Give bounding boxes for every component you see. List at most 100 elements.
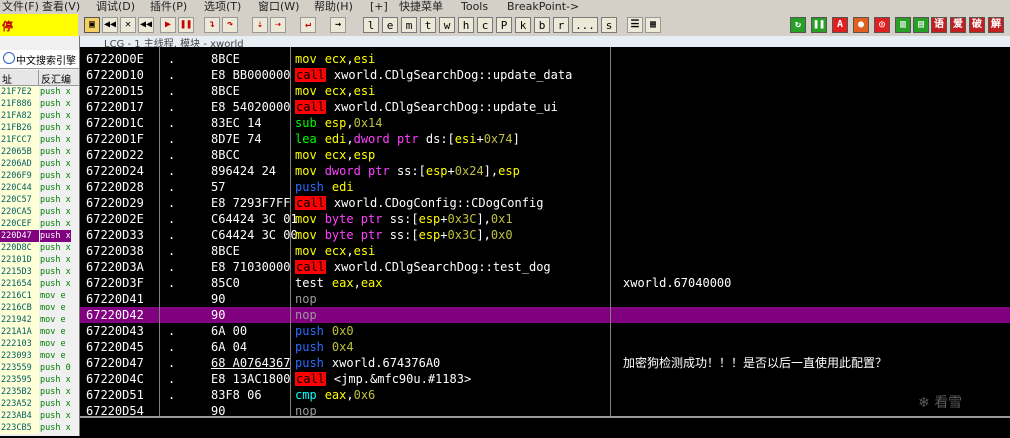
disasm-row[interactable]: 67220D33. C64424 3C 00 mov byte ptr ss:[esp… bbox=[80, 227, 1010, 243]
results-row[interactable]: 220CA5 push x bbox=[0, 206, 79, 218]
disasm-row[interactable]: 67220D43. 6A 00 push 0x0 bbox=[80, 323, 1010, 339]
a-icon[interactable]: A bbox=[832, 17, 848, 33]
grid-icon[interactable]: ▦ bbox=[645, 17, 661, 33]
results-row[interactable]: 220C57 push x bbox=[0, 194, 79, 206]
break-icon[interactable]: 破 bbox=[969, 17, 985, 33]
pause-icon[interactable]: ❚❚ bbox=[178, 17, 194, 33]
trace-into-icon[interactable]: ⇣ bbox=[252, 17, 268, 33]
lang-icon[interactable]: 语 bbox=[931, 17, 947, 33]
disasm-row[interactable]: 67220D17. E8 54020000 call xworld.CDlgSearc… bbox=[80, 99, 1010, 115]
results-row[interactable]: 2216C1 mov e bbox=[0, 290, 79, 302]
toolbar-references-button[interactable]: r bbox=[553, 17, 569, 33]
toolbar-call-stack-button[interactable]: k bbox=[515, 17, 531, 33]
disasm-row[interactable]: 67220D41 90 nop bbox=[80, 291, 1010, 307]
disasm-row[interactable]: 67220D10. E8 BB000000 call xworld.CDlgSearc… bbox=[80, 67, 1010, 83]
restart-icon[interactable]: ◀◀ bbox=[138, 17, 154, 33]
toolbar-run-trace-button[interactable]: ... bbox=[572, 17, 598, 33]
disasm-row[interactable]: 67220D28. 57 push edi bbox=[80, 179, 1010, 195]
disasm-row[interactable]: 67220D42 90 nop bbox=[80, 307, 1010, 323]
results-row[interactable]: 22065B push x bbox=[0, 146, 79, 158]
col-disasm[interactable]: 反汇编 bbox=[41, 71, 71, 86]
disasm-row[interactable]: 67220D4C. E8 13AC1800 call <jmp.&mfc90u.#11… bbox=[80, 371, 1010, 387]
goto-icon[interactable]: → bbox=[330, 17, 346, 33]
results-row[interactable]: 221654 push x bbox=[0, 278, 79, 290]
results-row[interactable]: 220C44 push x bbox=[0, 182, 79, 194]
toolbar-threads-button[interactable]: t bbox=[420, 17, 436, 33]
results-row[interactable]: 220D8C push x bbox=[0, 242, 79, 254]
disasm-row[interactable]: 67220D3A. E8 71030000 call xworld.CDlgSearc… bbox=[80, 259, 1010, 275]
col-address[interactable]: 址 bbox=[2, 71, 12, 86]
chart-icon[interactable]: ▥ bbox=[895, 17, 911, 33]
disasm-row[interactable]: 67220D1C. 83EC 14 sub esp,0x14 bbox=[80, 115, 1010, 131]
toolbar-log-button[interactable]: l bbox=[363, 17, 379, 33]
results-row[interactable]: 223AB4 push x bbox=[0, 410, 79, 422]
record-icon[interactable]: ● bbox=[853, 17, 869, 33]
results-row[interactable]: 222103 mov e bbox=[0, 338, 79, 350]
results-row[interactable]: 2206AD push x bbox=[0, 158, 79, 170]
disasm-row[interactable]: 67220D38. 8BCE mov ecx,esi bbox=[80, 243, 1010, 259]
love-icon[interactable]: 爱 bbox=[950, 17, 966, 33]
menu-plus[interactable]: [+] bbox=[370, 0, 388, 14]
menu-help[interactable]: 帮助(H) bbox=[314, 0, 353, 14]
menu-debug[interactable]: 调试(D) bbox=[96, 0, 135, 14]
results-row[interactable]: 223559 push 0 bbox=[0, 362, 79, 374]
open-icon[interactable]: ▣ bbox=[84, 17, 100, 33]
results-row[interactable]: 2216CB mov e bbox=[0, 302, 79, 314]
menu-plugins[interactable]: 插件(P) bbox=[150, 0, 187, 14]
crack-icon[interactable]: 解 bbox=[988, 17, 1004, 33]
pause-green-icon[interactable]: ❚❚ bbox=[811, 17, 827, 33]
menu-shortcut[interactable]: 快捷菜单 bbox=[399, 0, 443, 14]
disasm-row[interactable]: 67220D22. 8BCC mov ecx,esp bbox=[80, 147, 1010, 163]
disasm-row[interactable]: 67220D0E. 8BCE mov ecx,esi bbox=[80, 51, 1010, 67]
results-row[interactable]: 221A1A mov e bbox=[0, 326, 79, 338]
toolbar-breakpoints-button[interactable]: b bbox=[534, 17, 550, 33]
toolbar-handles-button[interactable]: h bbox=[458, 17, 474, 33]
results-row[interactable]: 220D47 push x bbox=[0, 230, 79, 242]
trace-over-icon[interactable]: ⇢ bbox=[270, 17, 286, 33]
disasm-row[interactable]: 67220D54 90 nop bbox=[80, 403, 1010, 416]
menu-window[interactable]: 窗口(W) bbox=[258, 0, 299, 14]
rewind-icon[interactable]: ◀◀ bbox=[102, 17, 118, 33]
list-icon[interactable]: ☰ bbox=[627, 17, 643, 33]
disasm-row[interactable]: 67220D15. 8BCE mov ecx,esi bbox=[80, 83, 1010, 99]
menu-options[interactable]: 选项(T) bbox=[204, 0, 241, 14]
results-row[interactable]: 2235B2 push x bbox=[0, 386, 79, 398]
results-row[interactable]: 223093 mov e bbox=[0, 350, 79, 362]
close-icon[interactable]: ✕ bbox=[120, 17, 136, 33]
disasm-row[interactable]: 67220D3F. 85C0 test eax,eax xworld.67040000 bbox=[80, 275, 1010, 291]
menu-view[interactable]: 查看(V) bbox=[42, 0, 80, 14]
results-row[interactable]: 221942 mov e bbox=[0, 314, 79, 326]
results-row[interactable]: 22101D push x bbox=[0, 254, 79, 266]
disasm-row[interactable]: 67220D51. 83F8 06 cmp eax,0x6 bbox=[80, 387, 1010, 403]
menu-file[interactable]: 文件(F) bbox=[2, 0, 39, 14]
note-icon[interactable]: ▤ bbox=[913, 17, 929, 33]
toolbar-source-button[interactable]: s bbox=[601, 17, 617, 33]
results-row[interactable]: 223595 push x bbox=[0, 374, 79, 386]
refresh-icon[interactable]: ↻ bbox=[790, 17, 806, 33]
results-row[interactable]: 2215D3 push x bbox=[0, 266, 79, 278]
results-row[interactable]: 21F886 push x bbox=[0, 98, 79, 110]
menu-tools[interactable]: Tools bbox=[461, 0, 488, 14]
toolbar-windows-button[interactable]: w bbox=[439, 17, 455, 33]
disasm-row[interactable]: 67220D24. 896424 24 mov dword ptr ss:[esp+0… bbox=[80, 163, 1010, 179]
toolbar-executable-modules-button[interactable]: e bbox=[382, 17, 398, 33]
run-icon[interactable]: ▶ bbox=[160, 17, 176, 33]
step-into-icon[interactable]: ↴ bbox=[204, 17, 220, 33]
results-row[interactable]: 21FB26 push x bbox=[0, 122, 79, 134]
search-tab[interactable]: 中文搜索引擎 bbox=[0, 50, 79, 69]
results-row[interactable]: 21FA82 push x bbox=[0, 110, 79, 122]
disasm-row[interactable]: 67220D29. E8 7293F7FF call xworld.CDogConfi… bbox=[80, 195, 1010, 211]
results-row[interactable]: 223A52 push x bbox=[0, 398, 79, 410]
results-row[interactable]: 21F7E2 push x bbox=[0, 86, 79, 98]
disasm-row[interactable]: 67220D47. 68 A0764367 push xworld.674376A0 加… bbox=[80, 355, 1010, 371]
toolbar-memory-map-button[interactable]: m bbox=[401, 17, 417, 33]
disassembly-pane[interactable]: 67220D0E. 8BCE mov ecx,esi 67220D10. E8 BB000… bbox=[80, 47, 1010, 416]
menu-breakpoint[interactable]: BreakPoint-> bbox=[507, 0, 579, 14]
step-over-icon[interactable]: ↷ bbox=[222, 17, 238, 33]
execute-till-return-icon[interactable]: ↵ bbox=[300, 17, 316, 33]
disasm-row[interactable]: 67220D2E. C64424 3C 01 mov byte ptr ss:[esp… bbox=[80, 211, 1010, 227]
results-row[interactable]: 220CEF push x bbox=[0, 218, 79, 230]
results-row[interactable]: 223CB5 push x bbox=[0, 422, 79, 434]
results-row[interactable]: 2206F9 push x bbox=[0, 170, 79, 182]
target-icon[interactable]: ◎ bbox=[874, 17, 890, 33]
